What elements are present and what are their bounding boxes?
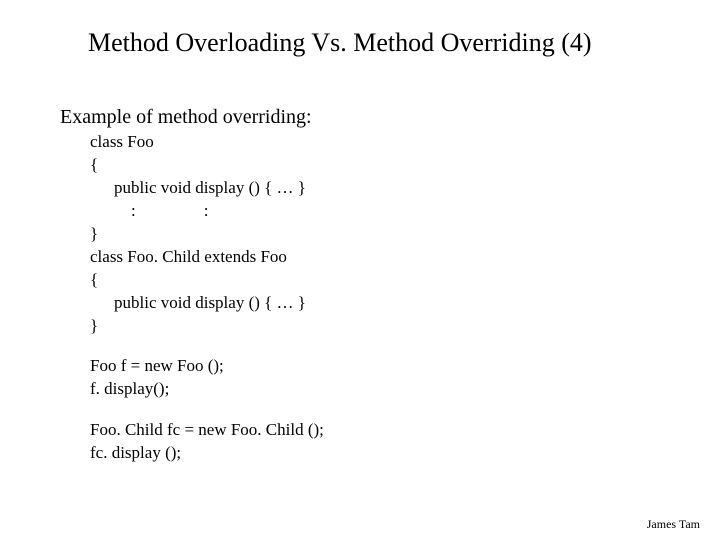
code-line: : :	[90, 200, 720, 223]
code-line: public void display () { … }	[90, 292, 720, 315]
slide-title: Method Overloading Vs. Method Overriding…	[0, 0, 720, 58]
example-heading: Example of method overriding:	[0, 58, 720, 129]
code-line: {	[90, 269, 720, 292]
code-line: f. display();	[90, 378, 720, 401]
code-line: class Foo	[90, 131, 720, 154]
code-example: class Foo { public void display () { … }…	[0, 129, 720, 337]
usage-example-1: Foo f = new Foo (); f. display();	[0, 337, 720, 401]
author-footer: James Tam	[647, 517, 700, 532]
usage-example-2: Foo. Child fc = new Foo. Child (); fc. d…	[0, 401, 720, 465]
code-line: Foo f = new Foo ();	[90, 355, 720, 378]
code-line: class Foo. Child extends Foo	[90, 246, 720, 269]
code-line: }	[90, 223, 720, 246]
code-line: public void display () { … }	[90, 177, 720, 200]
code-line: }	[90, 315, 720, 338]
code-line: fc. display ();	[90, 442, 720, 465]
code-line: Foo. Child fc = new Foo. Child ();	[90, 419, 720, 442]
code-line: {	[90, 154, 720, 177]
